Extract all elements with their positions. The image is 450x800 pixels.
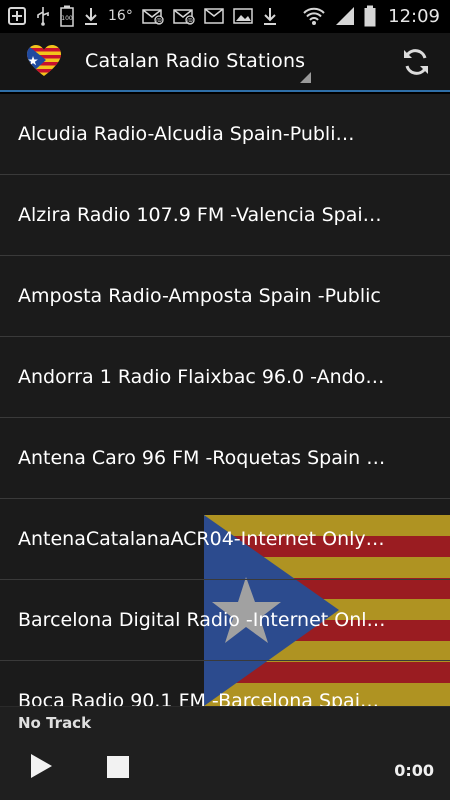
svg-text:@: @ [187, 18, 193, 25]
station-label: Boca Radio 90.1 FM -Barcelona Spai… [18, 690, 379, 706]
status-bar: 100 16° @ @ 12:09 [0, 0, 450, 33]
temperature-icon: 16° [108, 8, 133, 24]
list-item[interactable]: Boca Radio 90.1 FM -Barcelona Spai… [0, 661, 450, 706]
image-icon [233, 8, 253, 24]
notification-icons: 100 16° @ @ [8, 4, 278, 28]
battery-100-icon: 100 [60, 5, 74, 27]
station-label: Barcelona Digital Radio -Internet Onl… [18, 609, 386, 631]
track-title: No Track [18, 714, 92, 732]
station-label: Andorra 1 Radio Flaixbac 96.0 -Ando… [18, 366, 385, 388]
catalan-flag-heart-icon[interactable] [26, 44, 62, 78]
station-label: Antena Caro 96 FM -Roquetas Spain … [18, 447, 386, 469]
list-item[interactable]: Alcudia Radio-Alcudia Spain-Publi… [0, 94, 450, 175]
stop-icon[interactable] [107, 756, 129, 778]
list-item[interactable]: Amposta Radio-Amposta Spain -Public [0, 256, 450, 337]
station-label: Alcudia Radio-Alcudia Spain-Publi… [18, 123, 355, 145]
email-icon: @ [173, 7, 195, 25]
action-bar: Catalan Radio Stations [0, 33, 450, 92]
system-icons: 12:09 [302, 4, 440, 28]
list-item[interactable]: Antena Caro 96 FM -Roquetas Spain … [0, 418, 450, 499]
spinner-indicator-icon [300, 72, 311, 83]
player-bar: No Track 0:00 [0, 706, 450, 800]
signal-icon [334, 6, 356, 26]
elapsed-time: 0:00 [394, 761, 434, 780]
status-clock: 12:09 [388, 5, 440, 27]
download-icon [262, 6, 278, 26]
missed-call-email-icon: @ [142, 7, 164, 25]
battery-icon [364, 5, 376, 27]
list-item[interactable]: Andorra 1 Radio Flaixbac 96.0 -Ando… [0, 337, 450, 418]
station-label: Alzira Radio 107.9 FM -Valencia Spai… [18, 204, 382, 226]
refresh-icon[interactable] [400, 46, 432, 78]
download-icon [83, 6, 99, 26]
list-item[interactable]: Alzira Radio 107.9 FM -Valencia Spai… [0, 175, 450, 256]
usb-icon [35, 6, 51, 26]
wifi-icon [302, 6, 326, 26]
station-label: AntenaCatalanaACR04-Internet Only… [18, 528, 385, 550]
list-item[interactable]: Barcelona Digital Radio -Internet Onl… [0, 580, 450, 661]
svg-text:@: @ [156, 18, 162, 25]
page-title[interactable]: Catalan Radio Stations [85, 50, 305, 72]
station-label: Amposta Radio-Amposta Spain -Public [18, 285, 381, 307]
play-icon[interactable] [28, 752, 54, 780]
svg-text:100: 100 [61, 15, 73, 22]
list-item[interactable]: AntenaCatalanaACR04-Internet Only… [0, 499, 450, 580]
add-icon [8, 7, 26, 25]
station-list[interactable]: Alcudia Radio-Alcudia Spain-Publi… Alzir… [0, 94, 450, 706]
mail-icon [204, 8, 224, 24]
